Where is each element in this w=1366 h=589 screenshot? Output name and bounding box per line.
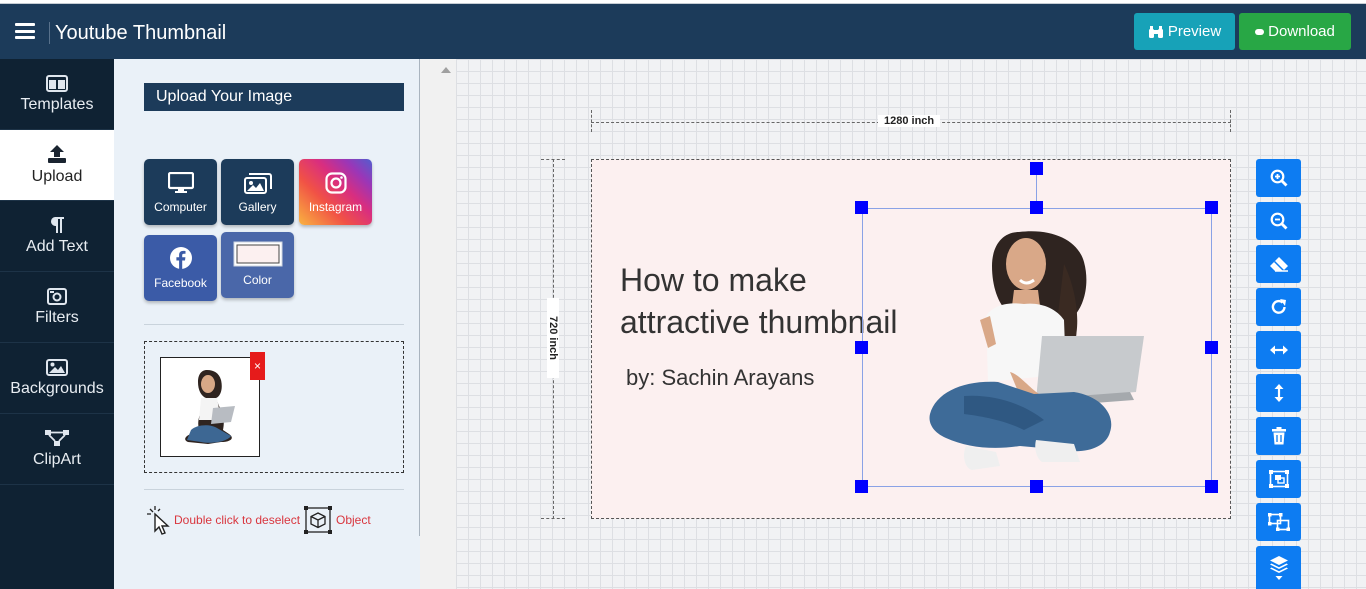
eraser-button[interactable] bbox=[1256, 245, 1301, 283]
scroll-up-arrow-icon[interactable] bbox=[441, 67, 451, 73]
layers-icon bbox=[1269, 555, 1288, 580]
hint-deselect: Double click to deselect bbox=[174, 513, 301, 527]
uploaded-thumbnail[interactable] bbox=[160, 357, 260, 457]
color-label: Color bbox=[243, 273, 272, 287]
nav-upload[interactable]: Upload bbox=[0, 130, 114, 201]
height-ruler-top-tick bbox=[541, 159, 565, 160]
flip-vertical-icon bbox=[1274, 384, 1283, 402]
flip-horizontal-icon bbox=[1269, 345, 1288, 355]
panel-divider-2 bbox=[144, 489, 404, 490]
width-ruler-right-tick bbox=[1230, 110, 1231, 132]
rotate-handle[interactable] bbox=[1030, 162, 1043, 175]
title-separator bbox=[49, 22, 50, 44]
group-icon bbox=[1268, 470, 1289, 488]
ungroup-icon bbox=[1267, 513, 1290, 531]
facebook-label: Facebook bbox=[154, 276, 207, 290]
nav-add-text[interactable]: Add Text bbox=[0, 201, 114, 272]
gallery-label: Gallery bbox=[238, 200, 277, 214]
computer-label: Computer bbox=[154, 200, 207, 214]
camera-icon bbox=[47, 288, 67, 305]
resize-handle-bottom-right[interactable] bbox=[1205, 480, 1218, 493]
nav-clipart-label: ClipArt bbox=[32, 451, 81, 468]
upload-heading: Upload Your Image bbox=[144, 83, 404, 111]
zoom-in-icon bbox=[1270, 169, 1287, 187]
height-ruler-bottom-tick bbox=[541, 518, 565, 519]
upload-color-button[interactable]: Color bbox=[221, 232, 294, 298]
columns-icon bbox=[46, 74, 68, 92]
resize-handle-top-right[interactable] bbox=[1205, 201, 1218, 214]
flip-vertical-button[interactable] bbox=[1256, 374, 1301, 412]
headline-line-1[interactable]: How to make bbox=[620, 262, 807, 299]
nav-upload-label: Upload bbox=[31, 168, 83, 185]
resize-handle-right[interactable] bbox=[1205, 341, 1218, 354]
resize-handle-bottom[interactable] bbox=[1030, 480, 1043, 493]
color-swatch-icon bbox=[233, 241, 282, 267]
ungroup-button[interactable] bbox=[1256, 503, 1301, 541]
nav-filters-label: Filters bbox=[35, 309, 79, 326]
upload-instagram-button[interactable]: Instagram bbox=[299, 159, 372, 225]
instagram-icon bbox=[324, 172, 347, 194]
nav-templates[interactable]: Templates bbox=[0, 59, 114, 130]
redo-button[interactable] bbox=[1256, 288, 1301, 326]
byline-text[interactable]: by: Sachin Arayans bbox=[626, 365, 814, 391]
zoom-in-button[interactable] bbox=[1256, 159, 1301, 197]
panel-divider-1 bbox=[144, 324, 404, 325]
nav-clipart[interactable]: ClipArt bbox=[0, 414, 114, 485]
paragraph-icon bbox=[50, 217, 64, 233]
hint-row: Double click to deselect Object bbox=[146, 505, 406, 537]
resize-handle-left[interactable] bbox=[855, 341, 868, 354]
left-nav: Templates Upload Add Text Filters Backgr… bbox=[0, 59, 114, 589]
upload-facebook-button[interactable]: Facebook bbox=[144, 235, 217, 301]
zoom-out-button[interactable] bbox=[1256, 202, 1301, 240]
nav-templates-label: Templates bbox=[20, 95, 94, 113]
download-button[interactable]: Download bbox=[1239, 13, 1351, 50]
download-label: Download bbox=[1268, 23, 1335, 40]
image-icon bbox=[46, 358, 68, 376]
zoom-out-icon bbox=[1270, 212, 1287, 230]
top-header: Youtube Thumbnail Preview Download bbox=[0, 3, 1366, 59]
vector-icon bbox=[45, 430, 69, 446]
flip-horizontal-button[interactable] bbox=[1256, 331, 1301, 369]
vertical-scrollbar[interactable] bbox=[420, 59, 456, 589]
instagram-label: Instagram bbox=[308, 200, 363, 214]
hint-object: Object bbox=[336, 513, 371, 527]
trash-icon bbox=[1271, 427, 1286, 445]
delete-button[interactable] bbox=[1256, 417, 1301, 455]
nav-backgrounds-label: Backgrounds bbox=[10, 379, 104, 397]
nav-backgrounds[interactable]: Backgrounds bbox=[0, 343, 114, 414]
selection-box bbox=[862, 208, 1212, 487]
width-ruler-left-tick bbox=[591, 110, 592, 132]
upload-gallery-button[interactable]: Gallery bbox=[221, 159, 294, 225]
resize-handle-top-left[interactable] bbox=[855, 201, 868, 214]
images-icon bbox=[243, 173, 272, 194]
desktop-icon bbox=[167, 172, 194, 193]
width-label: 1280 inch bbox=[878, 115, 941, 127]
resize-handle-bottom-left[interactable] bbox=[855, 480, 868, 493]
upload-icon bbox=[48, 145, 66, 163]
upload-computer-button[interactable]: Computer bbox=[144, 159, 217, 225]
preview-label: Preview bbox=[1167, 23, 1222, 40]
height-label: 720 inch bbox=[547, 298, 559, 378]
cursor-click-icon bbox=[147, 506, 170, 535]
preview-button[interactable]: Preview bbox=[1134, 13, 1235, 50]
binoculars-icon bbox=[1148, 25, 1163, 38]
remove-image-button[interactable]: × bbox=[250, 352, 265, 380]
hamburger-menu-icon[interactable] bbox=[15, 23, 35, 39]
object-cube-icon bbox=[304, 506, 332, 534]
download-icon bbox=[1255, 28, 1265, 35]
app-title: Youtube Thumbnail bbox=[55, 22, 227, 44]
woman-with-laptop-image bbox=[185, 370, 235, 444]
facebook-icon bbox=[169, 247, 192, 269]
resize-handle-top[interactable] bbox=[1030, 201, 1043, 214]
nav-filters[interactable]: Filters bbox=[0, 272, 114, 343]
group-button[interactable] bbox=[1256, 460, 1301, 498]
headline-line-2[interactable]: attractive thumbnail bbox=[620, 304, 897, 341]
redo-icon bbox=[1271, 299, 1286, 314]
layers-button[interactable] bbox=[1256, 546, 1301, 589]
nav-add-text-label: Add Text bbox=[26, 238, 88, 255]
eraser-icon bbox=[1269, 257, 1288, 272]
